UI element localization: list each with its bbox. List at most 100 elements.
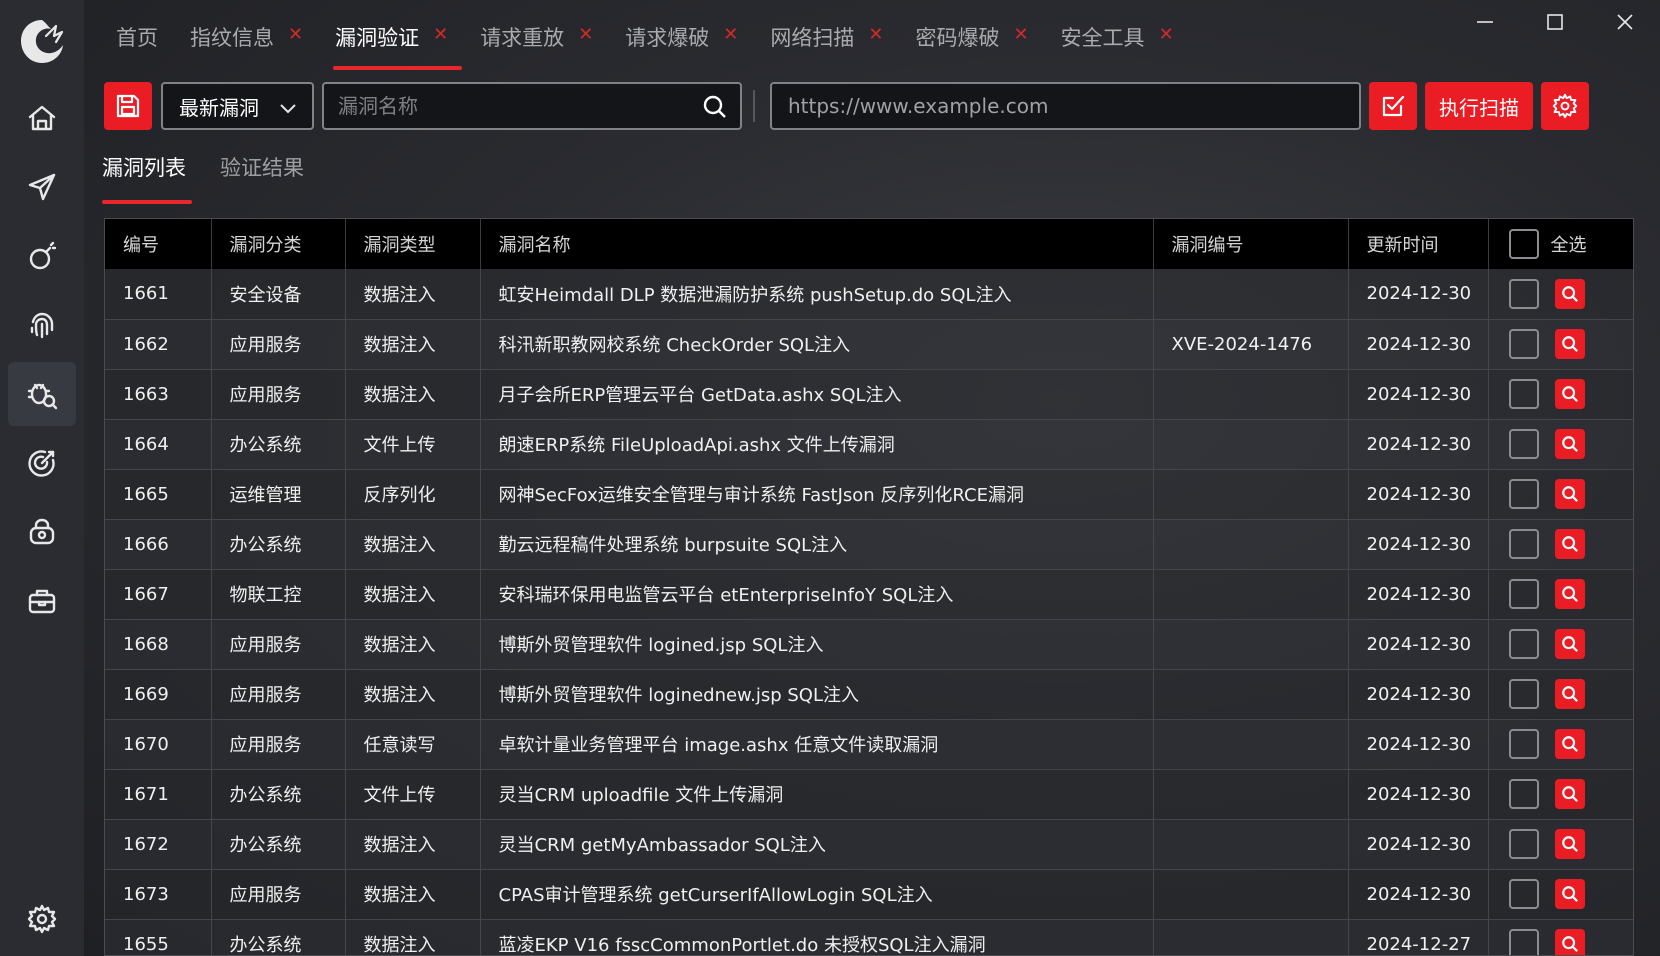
verify-row-button[interactable]: [1554, 278, 1585, 309]
cell-id: 1673: [105, 869, 212, 920]
cell-category: 办公系统: [211, 919, 346, 955]
table-row[interactable]: 1670 应用服务 任意读写 卓软计量业务管理平台 image.ashx 任意文件读取…: [105, 719, 1633, 770]
tab-network-scan[interactable]: 网络扫描 ✕: [758, 18, 903, 70]
tab-request-replay[interactable]: 请求重放 ✕: [468, 18, 613, 70]
tab-security-tools[interactable]: 安全工具 ✕: [1049, 18, 1194, 70]
verify-row-button[interactable]: [1554, 679, 1585, 709]
close-icon[interactable]: ✕: [288, 24, 303, 45]
sidebar-item-home[interactable]: [8, 86, 76, 150]
verify-row-button[interactable]: [1554, 329, 1585, 359]
verify-row-button[interactable]: [1554, 779, 1585, 809]
verify-row-button[interactable]: [1554, 529, 1585, 559]
close-icon[interactable]: ✕: [1159, 24, 1174, 45]
table-row[interactable]: 1673 应用服务 数据注入 CPAS审计管理系统 getCurserIfAllowL…: [105, 869, 1633, 920]
close-icon[interactable]: ✕: [723, 24, 738, 45]
row-checkbox[interactable]: [1508, 829, 1539, 859]
row-checkbox[interactable]: [1508, 929, 1539, 955]
search-icon[interactable]: [702, 94, 728, 120]
cell-category: 办公系统: [211, 819, 346, 870]
target-url-box[interactable]: [770, 82, 1361, 130]
column-header-vuln-id[interactable]: 漏洞编号: [1153, 219, 1349, 269]
tab-password-brute[interactable]: 密码爆破 ✕: [903, 18, 1048, 70]
tab-verify-results[interactable]: 验证结果: [220, 152, 304, 204]
row-checkbox[interactable]: [1508, 729, 1539, 759]
tab-home[interactable]: 首页: [104, 18, 178, 70]
table-row[interactable]: 1671 办公系统 文件上传 灵当CRM uploadfile 文件上传漏洞 2024-…: [105, 769, 1633, 820]
run-scan-button[interactable]: 执行扫描: [1425, 82, 1533, 130]
row-checkbox[interactable]: [1508, 679, 1539, 709]
row-checkbox[interactable]: [1508, 629, 1539, 659]
table-row[interactable]: 1664 办公系统 文件上传 朗速ERP系统 FileUploadApi.ashx 文…: [105, 419, 1633, 470]
row-checkbox[interactable]: [1508, 879, 1539, 909]
row-checkbox[interactable]: [1508, 329, 1539, 359]
column-header-id[interactable]: 编号: [105, 219, 212, 269]
verify-row-button[interactable]: [1554, 929, 1585, 955]
row-checkbox[interactable]: [1508, 779, 1539, 809]
import-targets-button[interactable]: [1369, 82, 1417, 130]
table-row[interactable]: 1667 物联工控 数据注入 安科瑞环保用电监管云平台 etEnterpriseInf…: [105, 569, 1633, 620]
table-row[interactable]: 1661 安全设备 数据注入 虹安Heimdall DLP 数据泄漏防护系统 push…: [105, 269, 1633, 320]
verify-row-button[interactable]: [1554, 479, 1585, 509]
tab-fingerprint[interactable]: 指纹信息 ✕: [178, 18, 323, 70]
home-icon: [28, 105, 56, 131]
sidebar-item-tools[interactable]: [8, 569, 76, 633]
table-row[interactable]: 1662 应用服务 数据注入 科汛新职教网校系统 CheckOrder SQL注入 XV…: [105, 319, 1633, 370]
sidebar-item-vuln[interactable]: [8, 362, 76, 426]
row-checkbox[interactable]: [1508, 379, 1539, 409]
cell-category: 应用服务: [211, 669, 346, 720]
target-url-input[interactable]: [772, 94, 1359, 118]
category-select[interactable]: 最新漏洞: [161, 82, 314, 130]
sidebar-item-request[interactable]: [8, 155, 76, 219]
verify-row-button[interactable]: [1554, 579, 1585, 609]
vuln-name-search-input[interactable]: [324, 94, 684, 118]
column-header-name[interactable]: 漏洞名称: [480, 219, 1154, 269]
cell-category: 应用服务: [211, 319, 346, 370]
row-checkbox[interactable]: [1508, 429, 1539, 459]
sidebar-item-fingerprint[interactable]: [8, 293, 76, 357]
sidebar-item-brute[interactable]: [8, 224, 76, 288]
search-icon: [1561, 486, 1578, 502]
sidebar-item-scan[interactable]: [8, 431, 76, 495]
table-row[interactable]: 1665 运维管理 反序列化 网神SecFox运维安全管理与审计系统 FastJson…: [105, 469, 1633, 520]
sidebar-settings-button[interactable]: [10, 892, 74, 946]
sidebar-item-password[interactable]: [8, 500, 76, 564]
scan-settings-button[interactable]: [1541, 82, 1589, 130]
column-header-category[interactable]: 漏洞分类: [211, 219, 346, 269]
close-icon[interactable]: ✕: [1013, 24, 1028, 45]
check-square-icon: [1382, 95, 1405, 117]
table-row[interactable]: 1666 办公系统 数据注入 勤云远程稿件处理系统 burpsuite SQL注入 20…: [105, 519, 1633, 570]
cell-vuln-id: [1153, 569, 1349, 620]
verify-row-button[interactable]: [1554, 729, 1585, 759]
close-window-button[interactable]: [1590, 0, 1660, 44]
close-icon[interactable]: ✕: [433, 24, 448, 45]
row-checkbox[interactable]: [1508, 529, 1539, 559]
row-checkbox[interactable]: [1508, 579, 1539, 609]
close-icon[interactable]: ✕: [868, 24, 883, 45]
maximize-button[interactable]: [1520, 0, 1590, 44]
table-row[interactable]: 1669 应用服务 数据注入 博斯外贸管理软件 loginednew.jsp SQL注…: [105, 669, 1633, 720]
cell-category: 应用服务: [211, 719, 346, 770]
table-row[interactable]: 1672 办公系统 数据注入 灵当CRM getMyAmbassador SQL注入 2…: [105, 819, 1633, 870]
tab-vuln-list[interactable]: 漏洞列表: [102, 152, 192, 204]
verify-row-button[interactable]: [1554, 429, 1585, 459]
verify-row-button[interactable]: [1554, 379, 1585, 409]
save-button[interactable]: [104, 82, 152, 130]
column-header-type[interactable]: 漏洞类型: [345, 219, 481, 269]
tab-vuln-verify[interactable]: 漏洞验证 ✕: [323, 18, 468, 70]
verify-row-button[interactable]: [1554, 879, 1585, 909]
table-row[interactable]: 1663 应用服务 数据注入 月子会所ERP管理云平台 GetData.ashx SQ…: [105, 369, 1633, 420]
table-row[interactable]: 1668 应用服务 数据注入 博斯外贸管理软件 logined.jsp SQL注入 20…: [105, 619, 1633, 670]
row-checkbox[interactable]: [1508, 479, 1539, 509]
minimize-button[interactable]: [1450, 0, 1520, 44]
tab-request-brute[interactable]: 请求爆破 ✕: [613, 18, 758, 70]
vuln-search-box[interactable]: [322, 82, 742, 130]
table-row[interactable]: 1655 办公系统 数据注入 蓝凌EKP V16 fsscCommonPortlet.…: [105, 919, 1633, 955]
select-all-checkbox[interactable]: [1508, 229, 1539, 259]
verify-row-button[interactable]: [1554, 829, 1585, 859]
close-icon[interactable]: ✕: [578, 24, 593, 45]
row-checkbox[interactable]: [1508, 278, 1539, 309]
cell-id: 1655: [105, 919, 212, 955]
column-header-updated[interactable]: 更新时间: [1348, 219, 1489, 269]
cell-name: 灵当CRM getMyAmbassador SQL注入: [480, 819, 1154, 870]
verify-row-button[interactable]: [1554, 629, 1585, 659]
